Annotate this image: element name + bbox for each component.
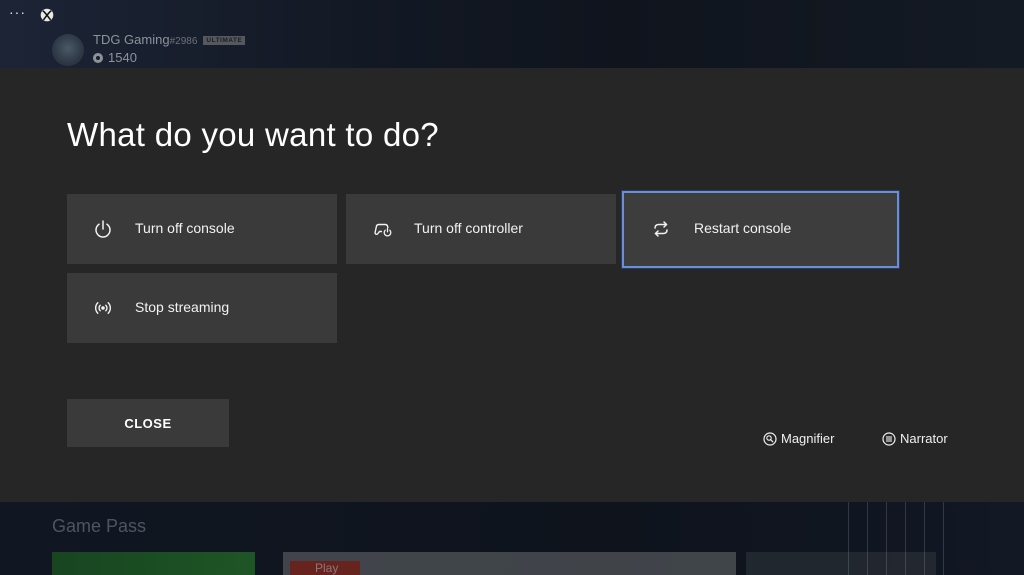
narrator-label: Narrator	[900, 431, 948, 446]
gamerscore: 1540	[93, 50, 137, 65]
restart-icon	[654, 221, 668, 237]
turn-off-console-button[interactable]: Turn off console	[67, 194, 337, 264]
turn-off-console-label: Turn off console	[135, 220, 235, 236]
stop-streaming-button[interactable]: Stop streaming	[67, 273, 337, 343]
game-tile	[52, 552, 255, 575]
xbox-logo-icon[interactable]	[40, 8, 54, 22]
dashboard-header: ··· TDG Gaming#2986 ULTIMATE 1540	[0, 0, 1024, 68]
game-pass-section-title: Game Pass	[52, 516, 147, 536]
gamertag-name: TDG Gaming	[93, 32, 170, 47]
stop-streaming-label: Stop streaming	[135, 299, 230, 315]
streaming-icon	[94, 302, 112, 314]
avatar[interactable]	[52, 34, 84, 66]
narrator-icon	[882, 431, 896, 446]
gamertag-suffix: #2986	[169, 36, 198, 47]
magnifier-button[interactable]: Magnifier	[763, 431, 834, 446]
play-tag: Play	[290, 561, 360, 575]
gamerscore-value: 1540	[108, 50, 137, 65]
dashboard-background: Game Pass Play	[0, 502, 1024, 575]
ultimate-badge: ULTIMATE	[203, 36, 246, 45]
controller-power-icon	[374, 223, 392, 237]
magnifier-label: Magnifier	[781, 431, 835, 446]
narrator-button[interactable]: Narrator	[882, 431, 948, 446]
gamertag: TDG Gaming#2986 ULTIMATE	[93, 32, 246, 47]
turn-off-controller-label: Turn off controller	[414, 220, 523, 236]
background-decoration	[830, 502, 950, 575]
magnifier-icon	[763, 431, 777, 446]
turn-off-controller-button[interactable]: Turn off controller	[346, 194, 616, 264]
restart-console-label: Restart console	[694, 220, 792, 236]
power-icon	[95, 220, 111, 238]
more-menu-icon[interactable]: ···	[9, 4, 26, 20]
dialog-title: What do you want to do?	[67, 116, 439, 153]
restart-console-button[interactable]: Restart console	[621, 190, 900, 269]
game-tile: Play	[283, 552, 736, 575]
gamerscore-icon	[93, 53, 103, 63]
close-button[interactable]: CLOSE	[67, 399, 229, 447]
power-options-dialog: What do you want to do? Turn off console…	[0, 68, 1024, 502]
